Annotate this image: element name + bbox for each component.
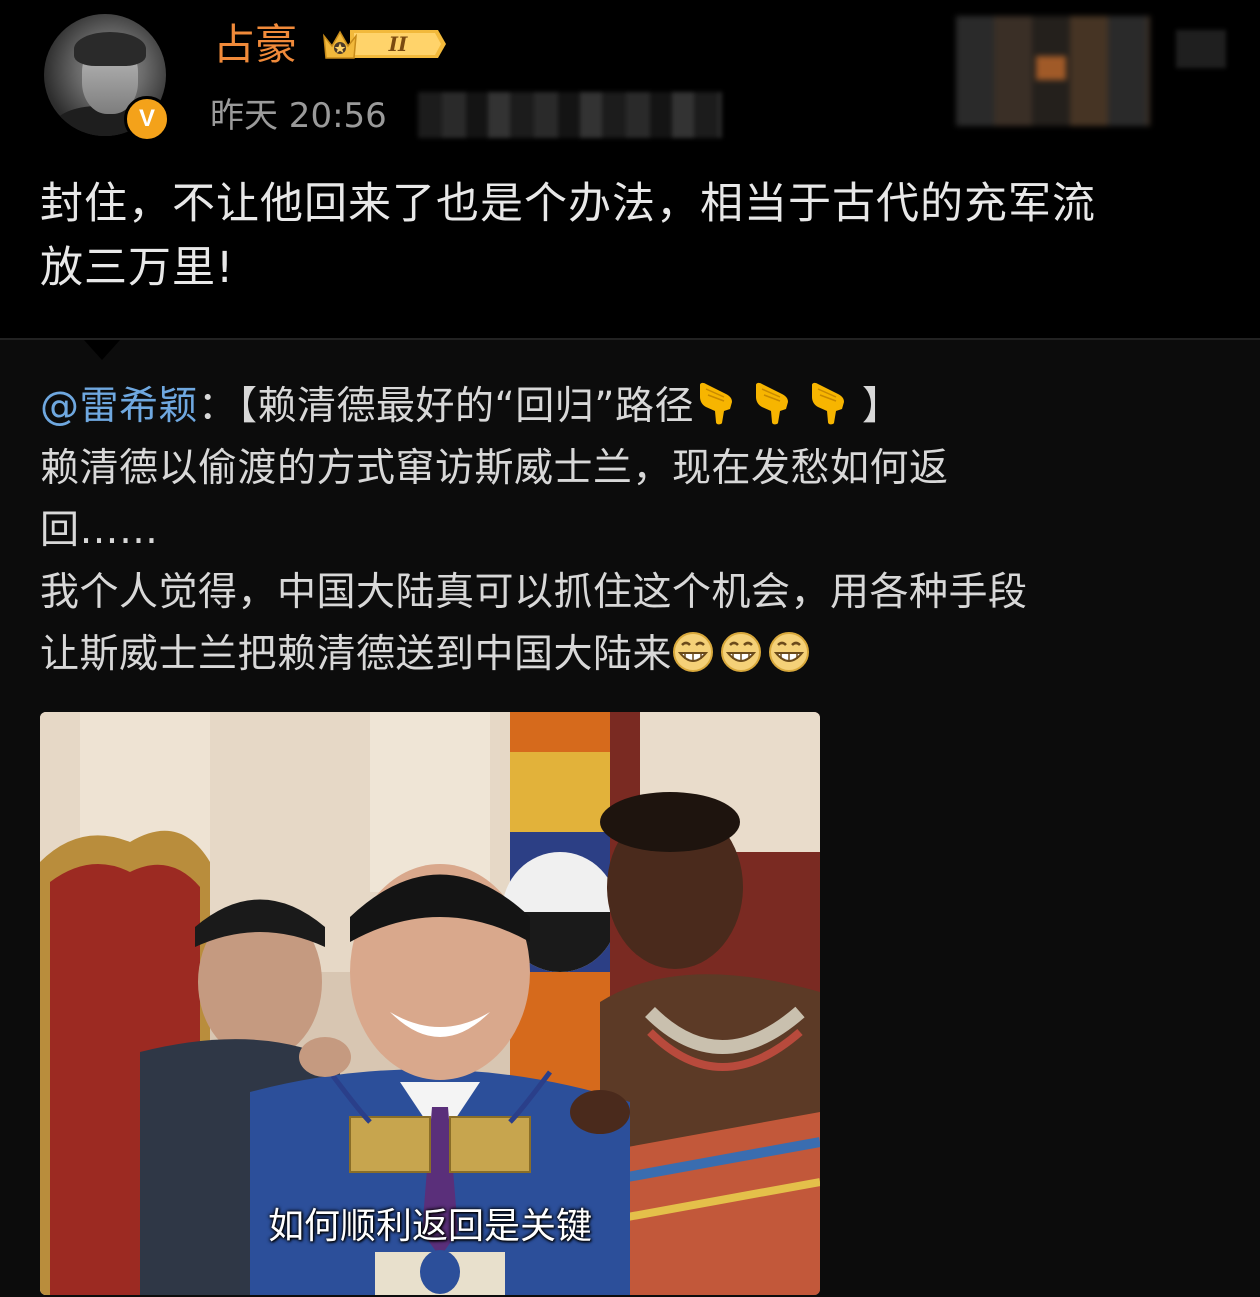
post-body: 封住，不让他回来了也是个办法，相当于古代的充军流 放三万里!	[40, 172, 1230, 300]
repost-text-line: 让斯威士兰把赖清德送到中国大陆来	[40, 632, 673, 677]
repost-pointer	[84, 340, 120, 360]
blurred-follow-area	[956, 16, 1150, 126]
repost-text-line: 我个人觉得，中国大陆真可以抓住这个机会，用各种手段	[40, 570, 1028, 615]
repost-text-line: 回……	[40, 508, 159, 553]
repost-photo[interactable]: 如何顺利返回是关键	[40, 712, 820, 1295]
point-down-icon	[811, 382, 844, 425]
blurred-menu	[1176, 30, 1226, 68]
repost-text-last-line: 让斯威士兰把赖清德送到中国大陆来	[40, 624, 1230, 686]
weibo-post-page: V 占豪 II 昨天 20:56 封住，不让他回来了也是个办法，相当于古代的充军…	[0, 0, 1260, 1297]
vip-level-text: II	[388, 32, 408, 56]
post-header: V 占豪 II 昨天 20:56	[0, 0, 1260, 150]
post-text-line: 放三万里!	[40, 243, 235, 293]
verified-icon: V	[124, 96, 170, 142]
colon: ：	[198, 384, 238, 429]
post-text-line: 封住，不让他回来了也是个办法，相当于古代的充军流	[40, 179, 1096, 229]
post-time: 昨天 20:56	[210, 96, 387, 136]
repost-body: @雷希颖：【赖清德最好的“回归”路径 】 赖清德以偷渡的方式窜访斯威士兰，现在发愁…	[40, 376, 1230, 686]
repost-text-line: 赖清德以偷渡的方式窜访斯威士兰，现在发愁如何返	[40, 446, 949, 491]
grin-emoji-icon	[673, 632, 714, 672]
vip-crown-badge-icon[interactable]: II	[320, 24, 446, 64]
point-down-icon	[699, 382, 732, 425]
image-caption: 如何顺利返回是关键	[267, 1206, 592, 1247]
grin-emoji-icon	[721, 632, 762, 672]
divider	[0, 338, 1260, 340]
grin-emoji-icon	[769, 632, 810, 672]
author-name[interactable]: 占豪	[213, 18, 297, 72]
mention-link[interactable]: @雷希颖	[40, 384, 198, 429]
blurred-source-info	[418, 92, 722, 138]
repost-title: 【赖清德最好的“回归”路径	[237, 384, 694, 429]
repost-title-line: @雷希颖：【赖清德最好的“回归”路径 】	[40, 376, 1230, 438]
point-down-icon	[755, 382, 788, 425]
repost-title-end: 】	[861, 384, 902, 429]
